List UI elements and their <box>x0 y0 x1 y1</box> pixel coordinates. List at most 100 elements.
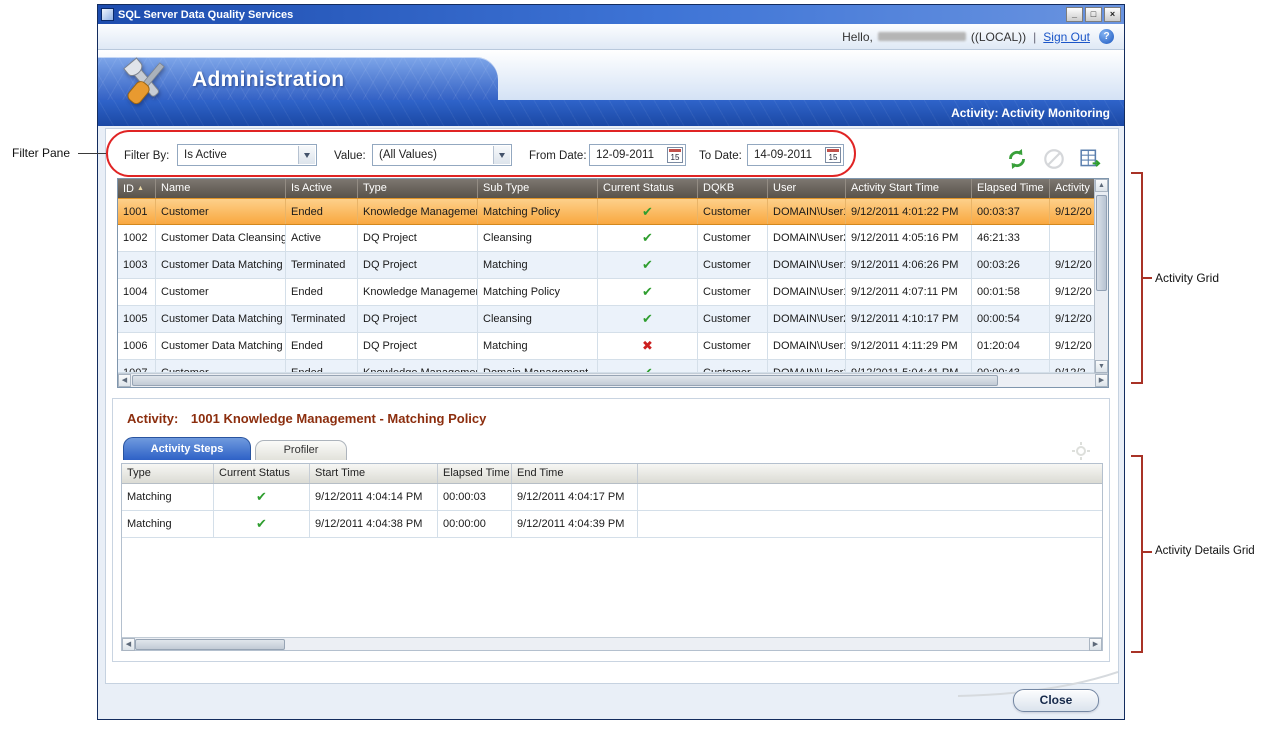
cell: Terminated <box>286 306 358 332</box>
calendar-icon[interactable]: 15 <box>825 147 841 163</box>
column-header-id[interactable]: ID▲ <box>118 179 156 198</box>
cell: 9/12/20 <box>1050 333 1094 359</box>
cell: Matching <box>478 333 598 359</box>
activity-details-label: Activity: <box>127 411 178 426</box>
column-header-end-time[interactable]: End Time <box>512 464 638 483</box>
grid-row[interactable]: 1006Customer Data MatchingEndedDQ Projec… <box>118 333 1094 360</box>
scroll-down-icon[interactable]: ▼ <box>1095 360 1108 373</box>
column-header-elapsed-time[interactable]: Elapsed Time <box>438 464 512 483</box>
horizontal-scrollbar-thumb[interactable] <box>132 375 998 386</box>
column-header-activity-start-time[interactable]: Activity Start Time <box>846 179 972 198</box>
column-header-sub-type[interactable]: Sub Type <box>478 179 598 198</box>
scroll-right-icon[interactable]: ▶ <box>1089 638 1102 651</box>
cell: 9/12/2011 4:05:16 PM <box>846 225 972 251</box>
title-bar: SQL Server Data Quality Services _ □ × <box>98 5 1124 24</box>
activity-context-label: Activity: Activity Monitoring <box>951 106 1110 120</box>
annotation-details-grid-label: Activity Details Grid <box>1155 545 1255 557</box>
from-date-label: From Date: <box>529 150 587 162</box>
status-ok-icon: ✔ <box>642 204 653 219</box>
column-header-type[interactable]: Type <box>358 179 478 198</box>
export-table-icon <box>1079 147 1103 171</box>
scroll-up-icon[interactable]: ▲ <box>1095 179 1108 192</box>
grid-row[interactable]: 1005Customer Data MatchingTerminatedDQ P… <box>118 306 1094 333</box>
cell: 00:01:58 <box>972 279 1050 305</box>
activity-details-value: 1001 Knowledge Management - Matching Pol… <box>191 411 486 426</box>
filter-by-dropdown[interactable]: Is Active <box>177 144 317 166</box>
column-header-name[interactable]: Name <box>156 179 286 198</box>
minimize-button[interactable]: _ <box>1066 7 1083 22</box>
value-dropdown[interactable]: (All Values) <box>372 144 512 166</box>
tab-profiler[interactable]: Profiler <box>255 440 347 460</box>
cell: ✖ <box>598 333 698 359</box>
grid-row[interactable]: 1003Customer Data MatchingTerminatedDQ P… <box>118 252 1094 279</box>
column-header-user[interactable]: User <box>768 179 846 198</box>
activity-grid-vertical-scrollbar[interactable]: ▲ ▼ <box>1094 179 1108 373</box>
cell: ✔ <box>214 511 310 537</box>
cell: 9/12/2 <box>1050 360 1094 372</box>
column-header-current-status[interactable]: Current Status <box>598 179 698 198</box>
masked-username <box>878 32 966 41</box>
to-date-value: 14-09-2011 <box>754 145 812 165</box>
cell: 9/12/2011 4:04:39 PM <box>512 511 638 537</box>
column-header-current-status[interactable]: Current Status <box>214 464 310 483</box>
activity-details-grid: TypeCurrent StatusStart TimeElapsed Time… <box>121 463 1103 651</box>
local-server-text: ((LOCAL)) <box>971 30 1026 44</box>
scroll-right-icon[interactable]: ▶ <box>1095 374 1108 387</box>
column-header-type[interactable]: Type <box>122 464 214 483</box>
bracket-top-tick <box>1131 172 1143 174</box>
cell: Customer Data Matching <box>156 306 286 332</box>
export-button[interactable] <box>1079 147 1103 171</box>
cell: Knowledge Management <box>358 360 478 372</box>
calendar-icon[interactable]: 15 <box>667 147 683 163</box>
scroll-left-icon[interactable]: ◀ <box>122 638 135 651</box>
tab-activity-steps[interactable]: Activity Steps <box>123 437 251 460</box>
column-header-dqkb[interactable]: DQKB <box>698 179 768 198</box>
scroll-left-icon[interactable]: ◀ <box>118 374 131 387</box>
grid-row[interactable]: 1001CustomerEndedKnowledge ManagementMat… <box>118 198 1094 225</box>
vertical-scrollbar-thumb[interactable] <box>1096 195 1107 291</box>
cell: Customer <box>698 225 768 251</box>
annotation-filter-pane-line <box>78 153 106 154</box>
status-error-icon: ✖ <box>642 338 653 353</box>
annotation-details-grid-connector <box>1143 551 1152 553</box>
refresh-button[interactable] <box>1005 147 1029 171</box>
help-icon[interactable]: ? <box>1099 29 1114 44</box>
calendar-bar <box>669 149 681 152</box>
close-button[interactable]: Close <box>1013 689 1099 712</box>
cell: Domain Management <box>478 360 598 372</box>
chevron-down-icon[interactable] <box>298 146 315 164</box>
cell: Cleansing <box>478 225 598 251</box>
cell: 9/12/2011 5:04:41 PM <box>846 360 972 372</box>
chevron-down-icon[interactable] <box>493 146 510 164</box>
activity-grid: ID▲NameIs ActiveTypeSub TypeCurrent Stat… <box>117 178 1109 388</box>
details-grid-horizontal-scrollbar[interactable]: ◀ ▶ <box>122 637 1102 650</box>
cell: DQ Project <box>358 306 478 332</box>
cell: ✔ <box>214 484 310 510</box>
separator: | <box>1033 30 1036 44</box>
horizontal-scrollbar-thumb[interactable] <box>135 639 285 650</box>
maximize-button[interactable]: □ <box>1085 7 1102 22</box>
cell: DOMAIN\User1 <box>768 199 846 224</box>
close-window-button[interactable]: × <box>1104 7 1121 22</box>
to-date-field[interactable]: 14-09-2011 15 <box>747 144 844 166</box>
bracket-bottom-tick <box>1131 382 1143 384</box>
from-date-field[interactable]: 12-09-2011 15 <box>589 144 686 166</box>
column-header-elapsed-time[interactable]: Elapsed Time <box>972 179 1050 198</box>
activity-grid-horizontal-scrollbar[interactable]: ◀ ▶ <box>118 373 1108 387</box>
cell: 9/12/2011 4:04:17 PM <box>512 484 638 510</box>
grid-row[interactable]: 1002Customer Data CleansingActiveDQ Proj… <box>118 225 1094 252</box>
grid-row[interactable]: Matching✔9/12/2011 4:04:38 PM00:00:009/1… <box>122 511 1102 538</box>
column-header-is-active[interactable]: Is Active <box>286 179 358 198</box>
grid-row-partial[interactable]: 1007CustomerEndedKnowledge ManagementDom… <box>118 360 1094 373</box>
cell: Ended <box>286 360 358 372</box>
activity-grid-body: 1001CustomerEndedKnowledge ManagementMat… <box>118 198 1094 373</box>
column-header-start-time[interactable]: Start Time <box>310 464 438 483</box>
terminate-activity-button-disabled[interactable] <box>1042 147 1066 171</box>
sign-out-link[interactable]: Sign Out <box>1043 30 1090 44</box>
grid-row[interactable]: 1004CustomerEndedKnowledge ManagementMat… <box>118 279 1094 306</box>
status-ok-icon: ✔ <box>256 489 267 504</box>
cell: Matching Policy <box>478 199 598 224</box>
grid-row[interactable]: Matching✔9/12/2011 4:04:14 PM00:00:039/1… <box>122 484 1102 511</box>
column-header-activity[interactable]: Activity <box>1050 179 1094 198</box>
details-tool-button-disabled[interactable] <box>1071 441 1091 461</box>
